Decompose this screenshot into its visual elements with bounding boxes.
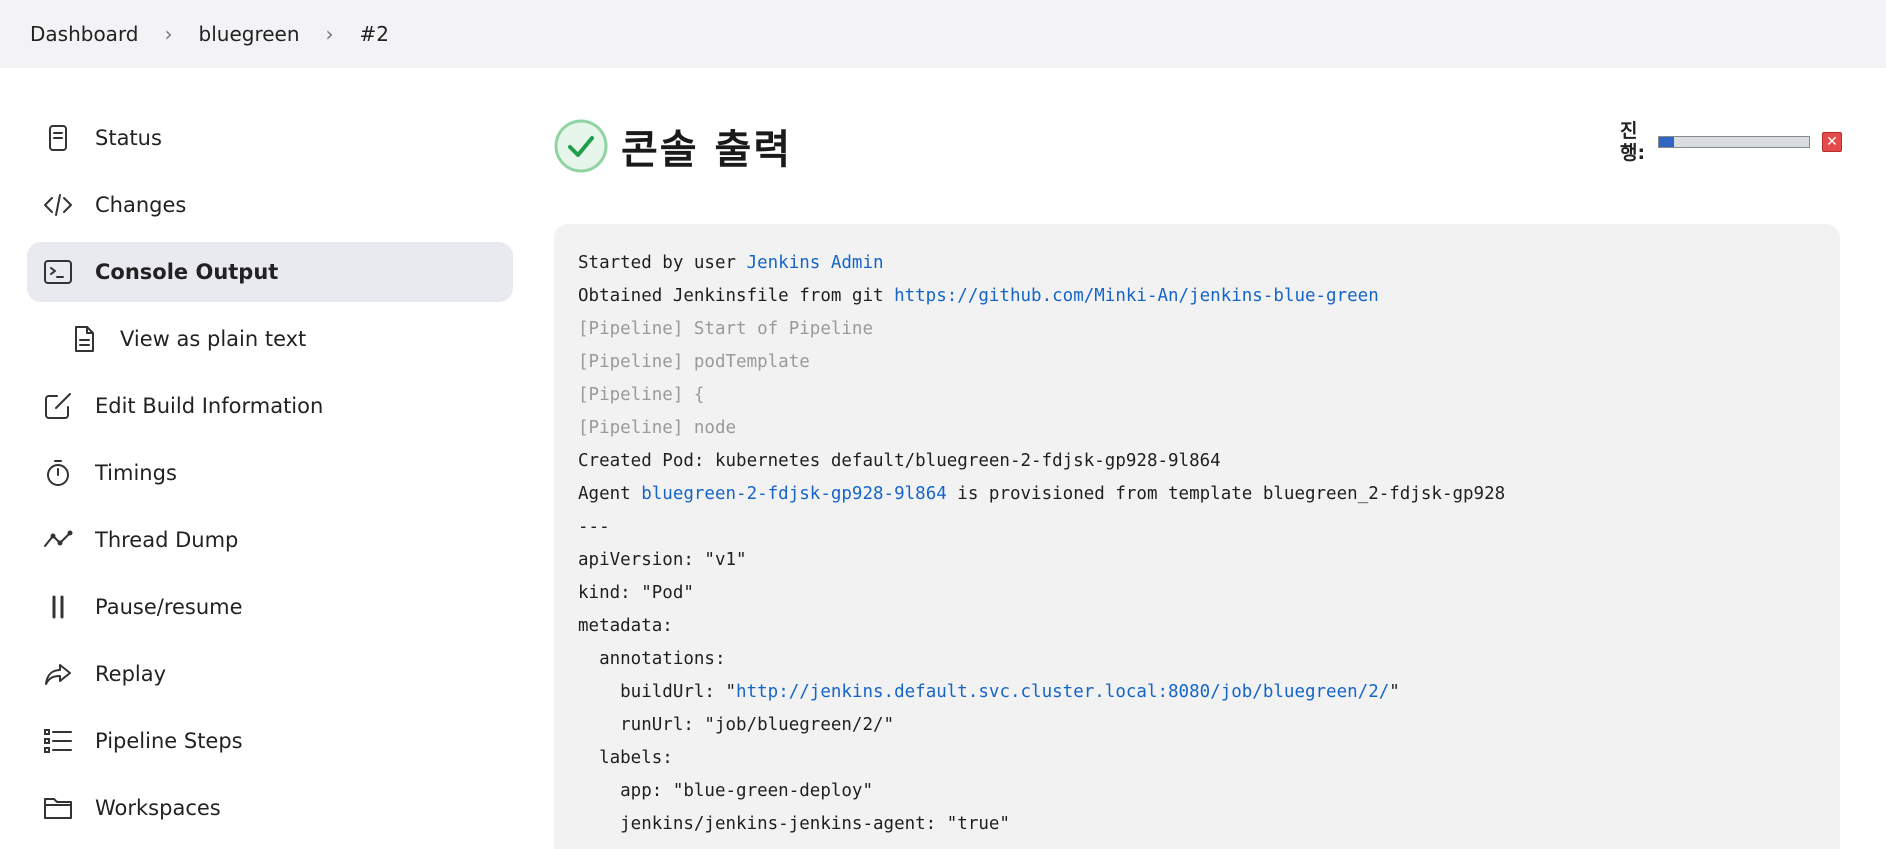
sidebar-item-label: Timings xyxy=(95,461,177,485)
edit-icon xyxy=(43,391,73,421)
console-line: [Pipeline] podTemplate xyxy=(578,346,1840,379)
console-line: [Pipeline] node xyxy=(578,412,1840,445)
breadcrumb-dashboard[interactable]: Dashboard xyxy=(30,22,139,46)
sidebar-item-label: Status xyxy=(95,126,162,150)
console-line: Started by user Jenkins Admin xyxy=(578,247,1840,280)
list-icon xyxy=(43,726,73,756)
console-line: jenkins/jenkins-jenkins-agent: "true" xyxy=(578,808,1840,841)
page-title: 콘솔 출력 xyxy=(621,127,793,173)
console-text: is provisioned from template bluegreen_2… xyxy=(946,484,1506,504)
replay-icon xyxy=(43,659,73,689)
console-line: [Pipeline] { xyxy=(578,379,1840,412)
console-text: apiVersion: "v1" xyxy=(578,550,747,570)
sidebar: Status Changes Console Output View as pl… xyxy=(27,108,513,845)
console-text: metadata: xyxy=(578,616,673,636)
console-output: Started by user Jenkins Admin Obtained Je… xyxy=(554,224,1840,849)
console-text: " xyxy=(1389,682,1400,702)
breadcrumb: Dashboard › bluegreen › #2 xyxy=(0,0,1886,68)
console-link[interactable]: http://jenkins.default.svc.cluster.local… xyxy=(736,682,1389,702)
sidebar-item-label: Workspaces xyxy=(95,796,221,820)
sidebar-item-timings[interactable]: Timings xyxy=(27,443,513,503)
stopwatch-icon xyxy=(43,458,73,488)
console-text: buildUrl: " xyxy=(578,682,737,702)
build-progress: 진행: ✕ xyxy=(1620,120,1842,164)
sidebar-item-pause-resume[interactable]: Pause/resume xyxy=(27,577,513,637)
sidebar-item-plain-text[interactable]: View as plain text xyxy=(27,309,513,369)
console-line: kind: "Pod" xyxy=(578,577,1840,610)
success-check-icon xyxy=(554,119,608,173)
console-line: --- xyxy=(578,511,1840,544)
sidebar-item-label: Pause/resume xyxy=(95,595,243,619)
sidebar-item-label: Console Output xyxy=(95,260,279,284)
console-text: labels: xyxy=(578,748,673,768)
console-line: labels: xyxy=(578,742,1840,775)
console-line: app: "blue-green-deploy" xyxy=(578,775,1840,808)
console-line: annotations: xyxy=(578,643,1840,676)
console-line: runUrl: "job/bluegreen/2/" xyxy=(578,709,1840,742)
sidebar-item-replay[interactable]: Replay xyxy=(27,644,513,704)
sidebar-item-label: Changes xyxy=(95,193,187,217)
console-text: Agent xyxy=(578,484,642,504)
file-text-icon xyxy=(69,324,99,354)
terminal-icon xyxy=(43,257,73,287)
progress-bar xyxy=(1658,136,1810,148)
sidebar-item-status[interactable]: Status xyxy=(27,108,513,168)
console-text: [Pipeline] podTemplate xyxy=(578,352,810,372)
console-text: app: "blue-green-deploy" xyxy=(578,781,874,801)
sidebar-item-label: View as plain text xyxy=(120,327,307,351)
console-link[interactable]: Jenkins Admin xyxy=(747,253,884,273)
jenkins-console-page: Dashboard › bluegreen › #2 Status Change… xyxy=(0,0,1886,849)
page-header: 콘솔 출력 xyxy=(553,118,792,174)
sidebar-item-label: Thread Dump xyxy=(95,528,239,552)
console-line: buildUrl: "http://jenkins.default.svc.cl… xyxy=(578,676,1840,709)
console-link[interactable]: https://github.com/Minki-An/jenkins-blue… xyxy=(894,286,1379,306)
console-text: kind: "Pod" xyxy=(578,583,694,603)
console-line: Created Pod: kubernetes default/bluegree… xyxy=(578,445,1840,478)
console-text: Created Pod: kubernetes default/bluegree… xyxy=(578,451,1221,471)
sidebar-item-label: Edit Build Information xyxy=(95,394,324,418)
console-line: Obtained Jenkinsfile from git https://gi… xyxy=(578,280,1840,313)
folder-icon xyxy=(43,793,73,823)
sidebar-item-label: Pipeline Steps xyxy=(95,729,243,753)
console-text: Started by user xyxy=(578,253,747,273)
sidebar-item-label: Replay xyxy=(95,662,167,686)
chevron-right-icon: › xyxy=(325,22,334,46)
console-line: [Pipeline] Start of Pipeline xyxy=(578,313,1840,346)
sidebar-item-changes[interactable]: Changes xyxy=(27,175,513,235)
console-text: [Pipeline] Start of Pipeline xyxy=(578,319,874,339)
breadcrumb-job[interactable]: bluegreen xyxy=(199,22,300,46)
breadcrumb-build[interactable]: #2 xyxy=(360,22,389,46)
document-icon xyxy=(43,123,73,153)
console-text: runUrl: "job/bluegreen/2/" xyxy=(578,715,895,735)
console-text: [Pipeline] { xyxy=(578,385,705,405)
console-text: jenkins/jenkins-jenkins-agent: "true" xyxy=(578,814,1010,834)
console-text: [Pipeline] node xyxy=(578,418,737,438)
chevron-right-icon: › xyxy=(164,22,173,46)
progress-fill xyxy=(1659,137,1674,147)
sidebar-item-console-output[interactable]: Console Output xyxy=(27,242,513,302)
console-text: Obtained Jenkinsfile from git xyxy=(578,286,895,306)
cancel-build-button[interactable]: ✕ xyxy=(1822,132,1842,152)
progress-label: 진행: xyxy=(1620,120,1646,164)
sidebar-item-edit-build-info[interactable]: Edit Build Information xyxy=(27,376,513,436)
sidebar-item-pipeline-steps[interactable]: Pipeline Steps xyxy=(27,711,513,771)
console-line: apiVersion: "v1" xyxy=(578,544,1840,577)
pause-icon xyxy=(43,592,73,622)
sidebar-item-thread-dump[interactable]: Thread Dump xyxy=(27,510,513,570)
console-text: --- xyxy=(578,517,610,537)
console-line: metadata: xyxy=(578,610,1840,643)
activity-icon xyxy=(43,525,73,555)
console-text: annotations: xyxy=(578,649,726,669)
code-icon xyxy=(43,190,73,220)
console-line: Agent bluegreen-2-fdjsk-gp928-9l864 is p… xyxy=(578,478,1840,511)
sidebar-item-workspaces[interactable]: Workspaces xyxy=(27,778,513,838)
console-link[interactable]: bluegreen-2-fdjsk-gp928-9l864 xyxy=(641,484,947,504)
